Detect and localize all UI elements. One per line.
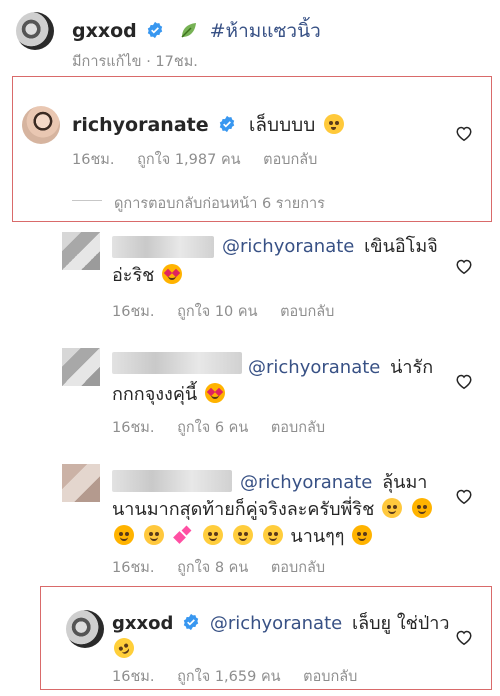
reply-text: นานมากสุดท้ายก็คู่จริงละครับพี่ริช — [112, 499, 375, 520]
smiling-face-icon — [232, 525, 253, 545]
reply-likes[interactable]: ถูกใจ 1,659 คน — [177, 669, 280, 685]
reply-time: 16ชม. — [112, 304, 155, 320]
reply-username-blurred[interactable] — [112, 470, 232, 492]
like-heart-icon[interactable] — [455, 629, 473, 646]
reply-avatar-blurred[interactable] — [62, 232, 100, 270]
reply-text: นานๆๆ — [290, 526, 345, 547]
smiling-face-icon — [203, 525, 224, 545]
reply-text-line1: gxxod @richyoranate เล็บยู ใช่ป่าว — [112, 611, 449, 637]
heart-eyes-face-icon — [204, 383, 225, 403]
verified-badge-icon — [183, 613, 199, 631]
like-heart-icon[interactable] — [455, 373, 473, 390]
like-heart-icon[interactable] — [455, 125, 473, 142]
reply-reply-button[interactable]: ตอบกลับ — [271, 420, 325, 436]
comment-author-username[interactable]: richyoranate — [72, 114, 209, 136]
reply-text: กกกจุงงคุ่นี้ — [112, 384, 198, 405]
reply-text-line1: @richyoranate เขินอิโมจิ — [222, 234, 438, 260]
reply-avatar-blurred[interactable] — [62, 348, 100, 386]
reply-meta: 16ชม. ถูกใจ 8 คน ตอบกลับ — [112, 556, 343, 579]
reply-reply-button[interactable]: ตอบกลับ — [280, 304, 334, 320]
reply-mention[interactable]: @richyoranate — [222, 236, 354, 257]
reply-text: อ่ะริช — [112, 265, 155, 286]
reply-meta: 16ชม. ถูกใจ 6 คน ตอบกลับ — [112, 416, 343, 439]
leaf-icon — [181, 23, 197, 38]
post-author-username[interactable]: gxxod — [72, 20, 137, 42]
reply-avatar-blurred[interactable] — [62, 464, 100, 502]
reply-time: 16ชม. — [112, 669, 155, 685]
reply-reply-button[interactable]: ตอบกลับ — [303, 669, 357, 685]
reply-text-line2 — [110, 634, 138, 663]
reply-author-username[interactable]: gxxod — [112, 613, 173, 634]
reply-text-line2: กกกจุงงคุ่นี้ — [112, 382, 227, 408]
reply-mention[interactable]: @richyoranate — [248, 357, 380, 378]
hugging-face-icon — [382, 498, 403, 518]
comment-author-avatar[interactable] — [22, 106, 60, 144]
reply-text-line1: @richyoranate น่ารัก — [248, 355, 433, 381]
reply-text: น่ารัก — [390, 357, 434, 378]
reply-mention[interactable]: @richyoranate — [210, 613, 342, 634]
reply-time: 16ชม. — [112, 420, 155, 436]
hugging-face-icon — [143, 525, 164, 545]
like-heart-icon[interactable] — [455, 488, 473, 505]
smiling-face-with-hearts-icon — [114, 525, 134, 545]
reply-meta: 16ชม. ถูกใจ 10 คน ตอบกลับ — [112, 300, 352, 323]
reply-text-line2: อ่ะริช — [112, 263, 184, 289]
reply-reply-button[interactable]: ตอบกลับ — [271, 560, 325, 576]
smiling-face-with-hearts-icon — [352, 525, 373, 545]
smiling-face-icon — [262, 525, 283, 545]
post-header: gxxod #ห้ามแซวนิ้ว — [72, 16, 321, 46]
reply-text: เขินอิโมจิ — [364, 236, 438, 257]
verified-badge-icon — [220, 115, 235, 133]
like-heart-icon[interactable] — [455, 258, 473, 275]
reply-likes[interactable]: ถูกใจ 8 คน — [177, 560, 248, 576]
reply-username-blurred[interactable] — [112, 352, 242, 374]
reply-username-blurred[interactable] — [112, 236, 214, 258]
reply-likes[interactable]: ถูกใจ 6 คน — [177, 420, 248, 436]
reply-meta: 16ชม. ถูกใจ 1,659 คน ตอบกลับ — [112, 665, 375, 688]
reply-text-line1: @richyoranate ลุ้นมา — [240, 470, 427, 496]
comment-meta: 16ชม. ถูกใจ 1,987 คน ตอบกลับ — [72, 148, 335, 171]
smiling-face-with-hearts-icon — [411, 498, 432, 518]
heart-eyes-face-icon — [162, 264, 183, 284]
post-edited-meta: มีการแก้ไข · 17ชม. — [72, 54, 198, 70]
comment-reply-button[interactable]: ตอบกลับ — [263, 152, 317, 168]
comment-time: 16ชม. — [72, 152, 115, 168]
post-author-avatar[interactable] — [16, 12, 54, 50]
reply-likes[interactable]: ถูกใจ 10 คน — [177, 304, 257, 320]
reply-time: 16ชม. — [112, 560, 155, 576]
comment-header: richyoranate เล็บบบบ — [72, 110, 346, 140]
reply-text: เล็บยู ใช่ป่าว — [351, 613, 450, 634]
two-hearts-icon — [173, 525, 193, 545]
reply-text: ลุ้นมา — [382, 472, 428, 493]
reply-text-line3: นานๆๆ — [112, 524, 374, 550]
reply-text-line2: นานมากสุดท้ายก็คู่จริงละครับพี่ริช — [112, 497, 434, 523]
post-hashtag[interactable]: #ห้ามแซวนิ้ว — [210, 20, 321, 42]
thread-divider — [72, 200, 102, 201]
view-previous-replies-link[interactable]: ดูการตอบกลับก่อนหน้า 6 รายการ — [114, 192, 325, 215]
reply-author-avatar[interactable] — [66, 610, 104, 648]
comment-likes[interactable]: ถูกใจ 1,987 คน — [137, 152, 240, 168]
rolling-laughing-face-icon — [110, 634, 138, 662]
reply-mention[interactable]: @richyoranate — [240, 472, 372, 493]
kissing-face-icon — [323, 114, 344, 134]
comment-text: เล็บบบบ — [248, 114, 316, 136]
verified-badge-icon — [148, 21, 163, 39]
